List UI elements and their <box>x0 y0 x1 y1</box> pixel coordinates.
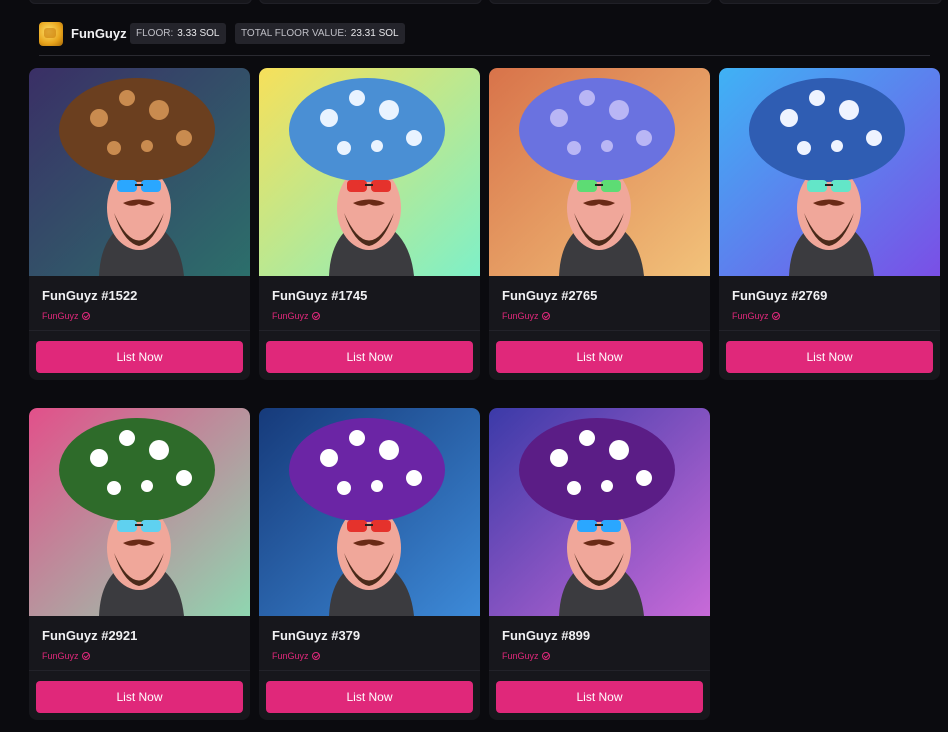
verified-icon <box>81 652 90 660</box>
previous-row-cards <box>29 0 948 4</box>
card-divider <box>719 330 940 331</box>
card-divider <box>489 670 710 671</box>
previous-card-edge <box>719 0 942 4</box>
cap-shape <box>59 418 215 522</box>
nft-card[interactable]: FunGuyz #2765 FunGuyz List Now <box>489 68 710 380</box>
nft-title[interactable]: FunGuyz #1522 <box>42 288 137 303</box>
glasses-left <box>577 520 597 532</box>
glasses-left <box>807 180 827 192</box>
nft-image[interactable] <box>259 68 480 276</box>
card-divider <box>29 330 250 331</box>
nft-collection-label: FunGuyz <box>502 651 539 661</box>
list-now-button[interactable]: List Now <box>36 681 243 713</box>
floor-value: 3.33 SOL <box>177 28 220 39</box>
nft-image[interactable] <box>259 408 480 616</box>
nft-title[interactable]: FunGuyz #2921 <box>42 628 137 643</box>
nft-collection-label: FunGuyz <box>42 651 79 661</box>
nft-card[interactable]: FunGuyz #1745 FunGuyz List Now <box>259 68 480 380</box>
nft-title[interactable]: FunGuyz #1745 <box>272 288 367 303</box>
glasses-right <box>601 180 621 192</box>
nft-collection-label: FunGuyz <box>272 311 309 321</box>
nft-card[interactable]: FunGuyz #379 FunGuyz List Now <box>259 408 480 720</box>
verified-icon <box>541 652 550 660</box>
nft-image[interactable] <box>489 408 710 616</box>
nft-collection-label: FunGuyz <box>732 311 769 321</box>
cap-shape <box>289 78 445 182</box>
glasses-right <box>601 520 621 532</box>
cap-shape <box>59 78 215 182</box>
verified-icon <box>771 312 780 320</box>
nft-collection[interactable]: FunGuyz <box>502 651 550 661</box>
nft-collection[interactable]: FunGuyz <box>42 311 90 321</box>
glasses-left <box>347 180 367 192</box>
glasses-right <box>141 520 161 532</box>
verified-icon <box>541 312 550 320</box>
nft-title[interactable]: FunGuyz #2765 <box>502 288 597 303</box>
glasses-right <box>371 180 391 192</box>
cap-shape <box>519 78 675 182</box>
verified-icon <box>81 312 90 320</box>
floor-chip: FLOOR: 3.33 SOL <box>130 23 226 44</box>
nft-collection[interactable]: FunGuyz <box>732 311 780 321</box>
nft-title[interactable]: FunGuyz #899 <box>502 628 590 643</box>
glasses-left <box>577 180 597 192</box>
list-now-button[interactable]: List Now <box>266 341 473 373</box>
glasses-left <box>117 520 137 532</box>
previous-card-edge <box>259 0 482 4</box>
nft-title[interactable]: FunGuyz #2769 <box>732 288 827 303</box>
list-now-button[interactable]: List Now <box>36 341 243 373</box>
glasses-left <box>117 180 137 192</box>
nft-collection-label: FunGuyz <box>502 311 539 321</box>
previous-card-edge <box>29 0 252 4</box>
nft-collection[interactable]: FunGuyz <box>502 311 550 321</box>
list-now-button[interactable]: List Now <box>496 341 703 373</box>
card-divider <box>29 670 250 671</box>
verified-icon <box>311 312 320 320</box>
list-now-button[interactable]: List Now <box>726 341 933 373</box>
nft-image[interactable] <box>29 68 250 276</box>
total-floor-label: TOTAL FLOOR VALUE: <box>241 28 347 39</box>
glasses-right <box>371 520 391 532</box>
collection-header: FunGuyz FLOOR: 3.33 SOL TOTAL FLOOR VALUE… <box>39 22 930 56</box>
nft-card[interactable]: FunGuyz #2921 FunGuyz List Now <box>29 408 250 720</box>
previous-card-edge <box>489 0 712 4</box>
nft-card[interactable]: FunGuyz #1522 FunGuyz List Now <box>29 68 250 380</box>
list-now-button[interactable]: List Now <box>266 681 473 713</box>
list-now-button[interactable]: List Now <box>496 681 703 713</box>
glasses-right <box>141 180 161 192</box>
nft-image[interactable] <box>719 68 940 276</box>
nft-collection[interactable]: FunGuyz <box>42 651 90 661</box>
nft-collection-label: FunGuyz <box>272 651 309 661</box>
total-floor-value: 23.31 SOL <box>350 28 399 39</box>
glasses-right <box>831 180 851 192</box>
nft-card[interactable]: FunGuyz #899 FunGuyz List Now <box>489 408 710 720</box>
card-divider <box>259 330 480 331</box>
cap-shape <box>519 418 675 522</box>
cap-shape <box>749 78 905 182</box>
collection-logo[interactable] <box>39 22 63 46</box>
card-divider <box>259 670 480 671</box>
nft-collection-label: FunGuyz <box>42 311 79 321</box>
nft-title[interactable]: FunGuyz #379 <box>272 628 360 643</box>
collection-name[interactable]: FunGuyz <box>71 26 127 41</box>
cap-shape <box>289 418 445 522</box>
floor-label: FLOOR: <box>136 28 174 39</box>
nft-collection[interactable]: FunGuyz <box>272 651 320 661</box>
card-divider <box>489 330 710 331</box>
total-floor-chip: TOTAL FLOOR VALUE: 23.31 SOL <box>235 23 405 44</box>
nft-collection[interactable]: FunGuyz <box>272 311 320 321</box>
nft-image[interactable] <box>29 408 250 616</box>
nft-image[interactable] <box>489 68 710 276</box>
verified-icon <box>311 652 320 660</box>
nft-card[interactable]: FunGuyz #2769 FunGuyz List Now <box>719 68 940 380</box>
glasses-left <box>347 520 367 532</box>
